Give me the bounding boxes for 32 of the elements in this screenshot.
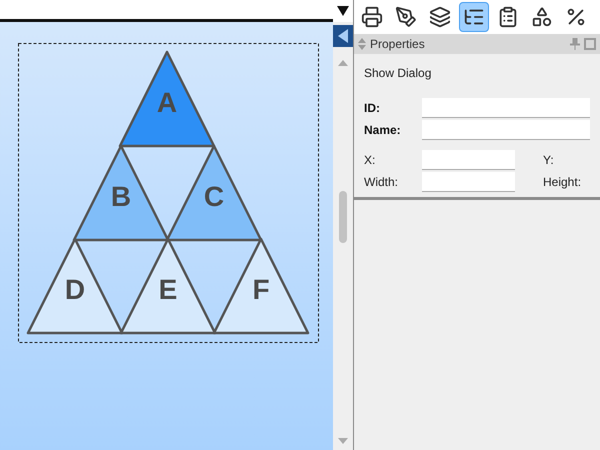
sort-icon[interactable] xyxy=(358,38,366,50)
layers-icon xyxy=(429,6,451,28)
triangle-shape[interactable]: B xyxy=(72,144,170,242)
symbols-icon xyxy=(565,6,587,28)
clipboard-icon xyxy=(497,6,519,28)
properties-tool-button[interactable] xyxy=(459,2,489,32)
collapse-button[interactable] xyxy=(332,25,353,47)
triangle-shape[interactable]: D xyxy=(26,238,124,334)
pin-icon[interactable] xyxy=(570,38,580,50)
collapse-icon xyxy=(338,29,348,43)
shapes-icon xyxy=(531,6,553,28)
printer-icon xyxy=(361,6,383,28)
triangle-shape[interactable]: C xyxy=(166,144,262,242)
text-field[interactable] xyxy=(422,120,590,140)
triangle-shape[interactable]: F xyxy=(212,238,310,334)
scroll-down-icon[interactable] xyxy=(338,438,348,444)
show-dialog-link[interactable]: Show Dialog xyxy=(364,64,590,82)
scrollbar-thumb[interactable] xyxy=(338,191,347,243)
field-label: Name: xyxy=(364,122,402,139)
number-field[interactable] xyxy=(422,172,515,192)
triangle-shape[interactable]: E xyxy=(120,238,216,334)
dropdown-icon[interactable] xyxy=(336,6,349,16)
maximize-icon[interactable] xyxy=(584,38,596,50)
field-label: ID: xyxy=(364,100,381,117)
field-label: Y: xyxy=(543,152,554,169)
text-field[interactable] xyxy=(422,98,590,118)
field-label: Height: xyxy=(543,174,582,191)
field-label: X: xyxy=(364,152,376,169)
field-label: Width: xyxy=(364,174,400,191)
scroll-up-icon[interactable] xyxy=(338,60,348,66)
panel-title: Properties xyxy=(370,36,426,53)
number-field[interactable] xyxy=(422,150,515,170)
